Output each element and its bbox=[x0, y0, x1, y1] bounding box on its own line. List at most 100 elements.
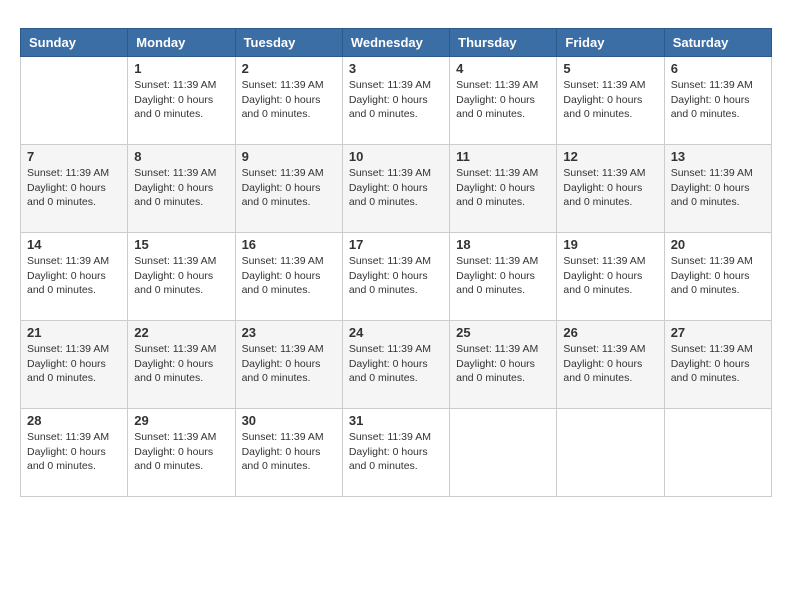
calendar-cell: 13 Sunset: 11:39 AMDaylight: 0 hoursand 0… bbox=[664, 145, 771, 233]
calendar-cell bbox=[450, 409, 557, 497]
day-number: 13 bbox=[671, 149, 765, 164]
day-number: 21 bbox=[27, 325, 121, 340]
calendar-cell: 6Sunset: 11:39 AMDaylight: 0 hoursand 0 … bbox=[664, 57, 771, 145]
col-friday: Friday bbox=[557, 29, 664, 57]
day-info: Sunset: 11:39 AMDaylight: 0 hoursand 0 m… bbox=[563, 78, 657, 122]
day-number: 3 bbox=[349, 61, 443, 76]
day-info: Sunset: 11:39 AMDaylight: 0 hoursand 0 m… bbox=[349, 78, 443, 122]
calendar-cell: 21 Sunset: 11:39 AMDaylight: 0 hoursand 0… bbox=[21, 321, 128, 409]
calendar-week-2: 14 Sunset: 11:39 AMDaylight: 0 hoursand 0… bbox=[21, 233, 772, 321]
day-number: 14 bbox=[27, 237, 121, 252]
day-number: 29 bbox=[134, 413, 228, 428]
day-number: 16 bbox=[242, 237, 336, 252]
day-number: 24 bbox=[349, 325, 443, 340]
day-number: 17 bbox=[349, 237, 443, 252]
calendar-cell: 27 Sunset: 11:39 AMDaylight: 0 hoursand 0… bbox=[664, 321, 771, 409]
calendar: Sunday Monday Tuesday Wednesday Thursday… bbox=[20, 28, 772, 497]
calendar-cell: 26 Sunset: 11:39 AMDaylight: 0 hoursand 0… bbox=[557, 321, 664, 409]
day-info: Sunset: 11:39 AMDaylight: 0 hoursand 0 m… bbox=[27, 166, 121, 210]
calendar-cell: 4 Sunset: 11:39 AMDaylight: 0 hoursand 0 … bbox=[450, 57, 557, 145]
day-info: Sunset: 11:39 AMDaylight: 0 hoursand 0 m… bbox=[456, 166, 550, 210]
calendar-cell: 18 Sunset: 11:39 AMDaylight: 0 hoursand 0… bbox=[450, 233, 557, 321]
day-number: 6 bbox=[671, 61, 765, 76]
day-info: Sunset: 11:39 AMDaylight: 0 hoursand 0 m… bbox=[134, 342, 228, 386]
col-saturday: Saturday bbox=[664, 29, 771, 57]
calendar-cell: 19Sunset: 11:39 AMDaylight: 0 hoursand 0… bbox=[557, 233, 664, 321]
day-info: Sunset: 11:39 AMDaylight: 0 hoursand 0 m… bbox=[27, 254, 121, 298]
calendar-cell: 1 Sunset: 11:39 AMDaylight: 0 hoursand 0 … bbox=[128, 57, 235, 145]
calendar-cell: 9 Sunset: 11:39 AMDaylight: 0 hoursand 0 … bbox=[235, 145, 342, 233]
day-info: Sunset: 11:39 AMDaylight: 0 hoursand 0 m… bbox=[671, 166, 765, 210]
day-info: Sunset: 11:39 AMDaylight: 0 hoursand 0 m… bbox=[349, 254, 443, 298]
calendar-week-1: 7Sunset: 11:39 AMDaylight: 0 hoursand 0 … bbox=[21, 145, 772, 233]
col-wednesday: Wednesday bbox=[342, 29, 449, 57]
day-info: Sunset: 11:39 AMDaylight: 0 hoursand 0 m… bbox=[242, 166, 336, 210]
day-number: 28 bbox=[27, 413, 121, 428]
day-number: 10 bbox=[349, 149, 443, 164]
day-info: Sunset: 11:39 AMDaylight: 0 hoursand 0 m… bbox=[456, 342, 550, 386]
day-info: Sunset: 11:39 AMDaylight: 0 hoursand 0 m… bbox=[349, 342, 443, 386]
day-info: Sunset: 11:39 AMDaylight: 0 hoursand 0 m… bbox=[349, 166, 443, 210]
calendar-week-3: 21 Sunset: 11:39 AMDaylight: 0 hoursand 0… bbox=[21, 321, 772, 409]
calendar-cell: 25 Sunset: 11:39 AMDaylight: 0 hoursand 0… bbox=[450, 321, 557, 409]
calendar-cell: 10 Sunset: 11:39 AMDaylight: 0 hoursand 0… bbox=[342, 145, 449, 233]
day-number: 30 bbox=[242, 413, 336, 428]
calendar-cell: 17 Sunset: 11:39 AMDaylight: 0 hoursand 0… bbox=[342, 233, 449, 321]
day-number: 22 bbox=[134, 325, 228, 340]
col-thursday: Thursday bbox=[450, 29, 557, 57]
day-number: 5 bbox=[563, 61, 657, 76]
day-info: Sunset: 11:39 AMDaylight: 0 hoursand 0 m… bbox=[671, 254, 765, 298]
calendar-cell: 29 Sunset: 11:39 AMDaylight: 0 hoursand 0… bbox=[128, 409, 235, 497]
day-number: 9 bbox=[242, 149, 336, 164]
calendar-cell: 12 Sunset: 11:39 AMDaylight: 0 hoursand 0… bbox=[557, 145, 664, 233]
calendar-cell: 11Sunset: 11:39 AMDaylight: 0 hoursand 0… bbox=[450, 145, 557, 233]
day-info: Sunset: 11:39 AMDaylight: 0 hoursand 0 m… bbox=[563, 254, 657, 298]
calendar-cell: 30 Sunset: 11:39 AMDaylight: 0 hoursand 0… bbox=[235, 409, 342, 497]
day-info: Sunset: 11:39 AMDaylight: 0 hoursand 0 m… bbox=[456, 254, 550, 298]
col-sunday: Sunday bbox=[21, 29, 128, 57]
calendar-cell: 28 Sunset: 11:39 AMDaylight: 0 hoursand 0… bbox=[21, 409, 128, 497]
day-info: Sunset: 11:39 AMDaylight: 0 hoursand 0 m… bbox=[349, 430, 443, 474]
calendar-cell: 24 Sunset: 11:39 AMDaylight: 0 hoursand 0… bbox=[342, 321, 449, 409]
day-number: 15 bbox=[134, 237, 228, 252]
calendar-cell: 22 Sunset: 11:39 AMDaylight: 0 hoursand 0… bbox=[128, 321, 235, 409]
calendar-cell bbox=[664, 409, 771, 497]
day-number: 31 bbox=[349, 413, 443, 428]
day-info: Sunset: 11:39 AMDaylight: 0 hoursand 0 m… bbox=[671, 342, 765, 386]
day-number: 27 bbox=[671, 325, 765, 340]
day-number: 18 bbox=[456, 237, 550, 252]
calendar-header-row: Sunday Monday Tuesday Wednesday Thursday… bbox=[21, 29, 772, 57]
day-info: Sunset: 11:39 AMDaylight: 0 hoursand 0 m… bbox=[134, 78, 228, 122]
header: General Blue bbox=[20, 16, 772, 18]
day-number: 1 bbox=[134, 61, 228, 76]
day-info: Sunset: 11:39 AMDaylight: 0 hoursand 0 m… bbox=[563, 166, 657, 210]
calendar-cell bbox=[557, 409, 664, 497]
calendar-cell: 15Sunset: 11:39 AMDaylight: 0 hoursand 0… bbox=[128, 233, 235, 321]
calendar-cell: 31 Sunset: 11:39 AMDaylight: 0 hoursand 0… bbox=[342, 409, 449, 497]
day-number: 12 bbox=[563, 149, 657, 164]
day-info: Sunset: 11:39 AMDaylight: 0 hoursand 0 m… bbox=[27, 342, 121, 386]
calendar-cell: 16Sunset: 11:39 AMDaylight: 0 hoursand 0… bbox=[235, 233, 342, 321]
day-info: Sunset: 11:39 AMDaylight: 0 hoursand 0 m… bbox=[242, 430, 336, 474]
day-info: Sunset: 11:39 AMDaylight: 0 hoursand 0 m… bbox=[134, 166, 228, 210]
day-info: Sunset: 11:39 AMDaylight: 0 hoursand 0 m… bbox=[242, 342, 336, 386]
day-info: Sunset: 11:39 AMDaylight: 0 hoursand 0 m… bbox=[242, 78, 336, 122]
calendar-cell: 14 Sunset: 11:39 AMDaylight: 0 hoursand 0… bbox=[21, 233, 128, 321]
day-number: 26 bbox=[563, 325, 657, 340]
page: General Blue Sunday Monday Tuesday Wedne… bbox=[0, 0, 792, 612]
calendar-cell: 3 Sunset: 11:39 AMDaylight: 0 hoursand 0 … bbox=[342, 57, 449, 145]
calendar-week-4: 28 Sunset: 11:39 AMDaylight: 0 hoursand 0… bbox=[21, 409, 772, 497]
calendar-week-0: 1 Sunset: 11:39 AMDaylight: 0 hoursand 0 … bbox=[21, 57, 772, 145]
day-info: Sunset: 11:39 AMDaylight: 0 hoursand 0 m… bbox=[456, 78, 550, 122]
day-number: 4 bbox=[456, 61, 550, 76]
calendar-cell: 5 Sunset: 11:39 AMDaylight: 0 hoursand 0 … bbox=[557, 57, 664, 145]
calendar-cell bbox=[21, 57, 128, 145]
day-info: Sunset: 11:39 AMDaylight: 0 hoursand 0 m… bbox=[563, 342, 657, 386]
day-number: 2 bbox=[242, 61, 336, 76]
day-info: Sunset: 11:39 AMDaylight: 0 hoursand 0 m… bbox=[27, 430, 121, 474]
col-monday: Monday bbox=[128, 29, 235, 57]
day-number: 25 bbox=[456, 325, 550, 340]
day-info: Sunset: 11:39 AMDaylight: 0 hoursand 0 m… bbox=[134, 430, 228, 474]
day-number: 23 bbox=[242, 325, 336, 340]
day-number: 20 bbox=[671, 237, 765, 252]
